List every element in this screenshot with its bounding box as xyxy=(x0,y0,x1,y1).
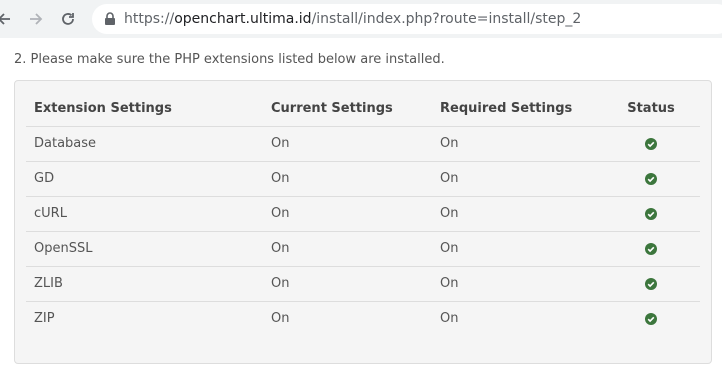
header-required-settings: Required Settings xyxy=(432,91,602,127)
status-cell xyxy=(602,126,700,162)
table-row: GD On On xyxy=(26,161,700,197)
extension-name: Database xyxy=(26,126,263,162)
table-header-row: Extension Settings Current Settings Requ… xyxy=(26,91,700,127)
reload-icon xyxy=(62,13,74,25)
back-button[interactable] xyxy=(0,5,18,33)
current-setting: On xyxy=(263,266,432,302)
extension-name: OpenSSL xyxy=(26,231,263,267)
extensions-panel: Extension Settings Current Settings Requ… xyxy=(14,80,712,364)
required-setting: On xyxy=(432,231,602,267)
page-content: 2. Please make sure the PHP extensions l… xyxy=(0,38,722,377)
url-text[interactable]: https://openchart.ultima.id/install/inde… xyxy=(124,10,581,28)
header-current-settings: Current Settings xyxy=(263,91,432,127)
forward-button[interactable] xyxy=(22,5,50,33)
table-row: cURL On On xyxy=(26,196,700,232)
check-circle-icon xyxy=(645,207,657,220)
url-scheme: https:// xyxy=(124,11,175,27)
current-setting: On xyxy=(271,311,290,327)
header-extension-settings: Extension Settings xyxy=(26,91,263,127)
required-setting: On xyxy=(432,126,602,162)
extension-name: cURL xyxy=(26,196,263,232)
status-cell xyxy=(602,301,700,336)
extension-name: ZIP xyxy=(34,311,55,327)
check-circle-icon xyxy=(645,172,657,185)
current-setting: On xyxy=(263,231,432,267)
status-cell xyxy=(602,161,700,197)
check-circle-icon xyxy=(645,137,657,150)
current-setting: On xyxy=(263,126,432,162)
lock-icon[interactable] xyxy=(102,11,118,27)
browser-toolbar: https://openchart.ultima.id/install/inde… xyxy=(0,0,722,38)
extensions-table: Extension Settings Current Settings Requ… xyxy=(26,91,700,336)
check-circle-icon xyxy=(645,312,657,325)
status-cell xyxy=(602,196,700,232)
check-circle-icon xyxy=(645,277,657,290)
table-row: ZLIB On On xyxy=(26,266,700,302)
address-bar[interactable]: https://openchart.ultima.id/install/inde… xyxy=(92,4,722,34)
arrow-left-icon xyxy=(0,13,10,25)
reload-button[interactable] xyxy=(54,5,82,33)
url-path: /install/index.php?route=install/step_2 xyxy=(311,11,582,27)
check-circle-icon xyxy=(645,242,657,255)
required-setting: On xyxy=(432,266,602,302)
arrow-right-icon xyxy=(30,13,43,25)
table-row: ZIP On On xyxy=(26,301,700,336)
instruction-text: 2. Please make sure the PHP extensions l… xyxy=(14,52,445,67)
url-host: openchart.ultima.id xyxy=(174,11,312,27)
table-row: OpenSSL On On xyxy=(26,231,700,267)
required-setting: On xyxy=(432,196,602,232)
table-row: Database On On xyxy=(26,126,700,162)
required-setting: On xyxy=(440,311,459,327)
current-setting: On xyxy=(263,196,432,232)
extension-name: GD xyxy=(26,161,263,197)
current-setting: On xyxy=(263,161,432,197)
extension-name: ZLIB xyxy=(26,266,263,302)
status-cell xyxy=(602,266,700,302)
required-setting: On xyxy=(432,161,602,197)
header-status: Status xyxy=(602,91,700,127)
status-cell xyxy=(602,231,700,267)
